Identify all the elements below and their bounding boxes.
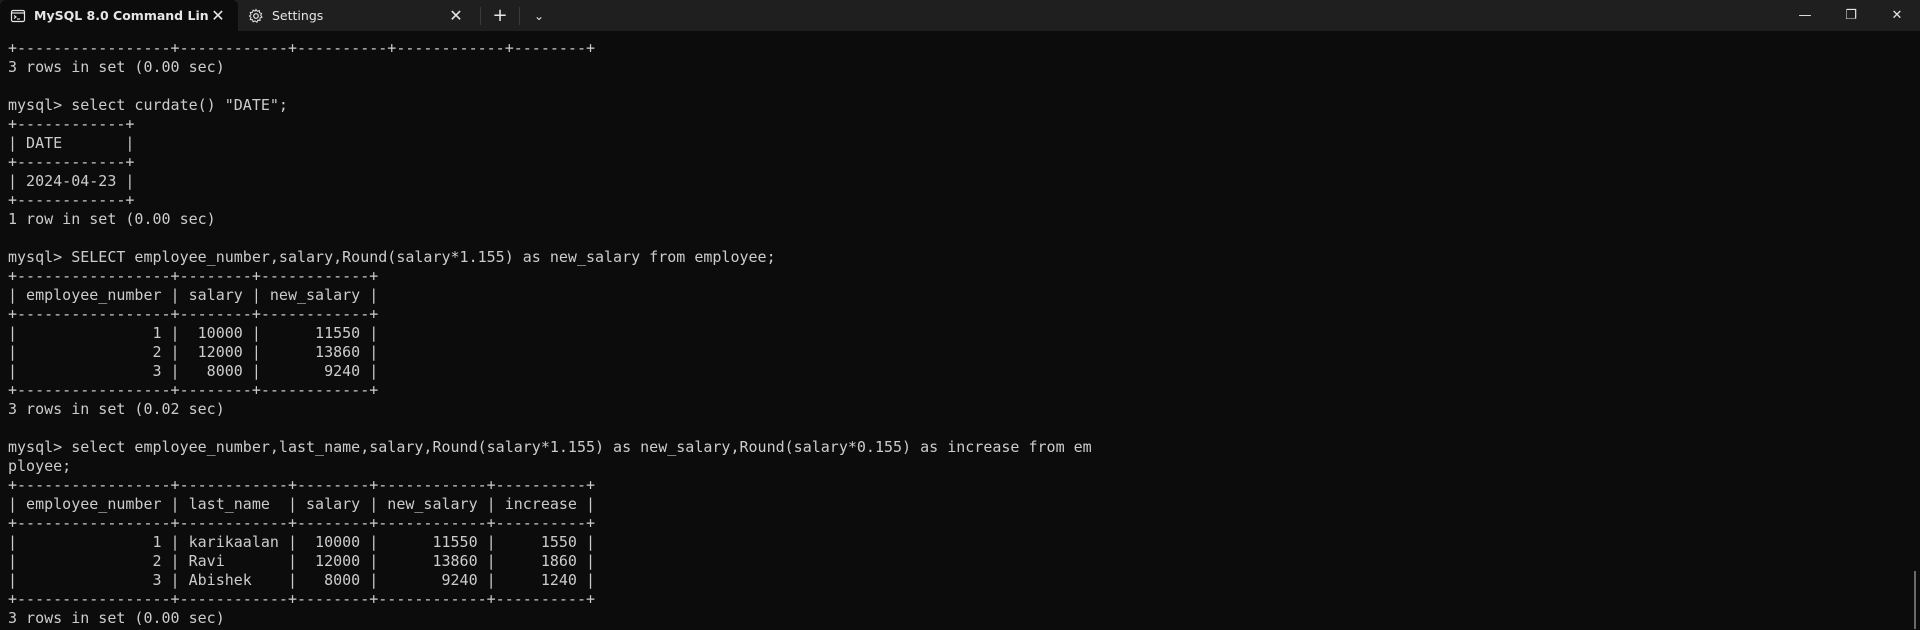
scrollbar[interactable] bbox=[1908, 31, 1920, 630]
close-tab-icon[interactable]: ✕ bbox=[446, 6, 466, 26]
console-line: | DATE | bbox=[8, 134, 135, 152]
console-line: +-----------------+--------+------------… bbox=[8, 267, 379, 285]
close-tab-icon[interactable]: ✕ bbox=[208, 6, 228, 26]
window-controls: — ❐ ✕ bbox=[1782, 0, 1920, 31]
console-line: | employee_number | salary | new_salary … bbox=[8, 286, 379, 304]
terminal-icon bbox=[10, 8, 26, 24]
console-line: 3 rows in set (0.00 sec) bbox=[8, 58, 225, 76]
console-line: +-----------------+--------+------------… bbox=[8, 305, 379, 323]
console-line: mysql> select curdate() "DATE"; bbox=[8, 96, 288, 114]
minimize-button[interactable]: — bbox=[1782, 0, 1828, 31]
close-window-button[interactable]: ✕ bbox=[1874, 0, 1920, 31]
console-line: mysql> SELECT employee_number,salary,Rou… bbox=[8, 248, 776, 266]
scrollbar-thumb[interactable] bbox=[1914, 571, 1916, 629]
console-line: 1 row in set (0.00 sec) bbox=[8, 210, 216, 228]
console-line: | 1 | 10000 | 11550 | bbox=[8, 324, 379, 342]
console-line: | employee_number | last_name | salary |… bbox=[8, 495, 595, 513]
console-line: +------------+ bbox=[8, 191, 135, 209]
tab-separator bbox=[519, 7, 520, 25]
console-line: ployee; bbox=[8, 457, 72, 475]
console-line: 3 rows in set (0.00 sec) bbox=[8, 609, 225, 627]
console-line: +------------+ bbox=[8, 115, 135, 133]
console-line: | 2 | Ravi | 12000 | 13860 | 1860 | bbox=[8, 552, 595, 570]
console-line: | 1 | karikaalan | 10000 | 11550 | 1550 … bbox=[8, 533, 595, 551]
console-line: 3 rows in set (0.02 sec) bbox=[8, 400, 225, 418]
console-line: +-----------------+------------+--------… bbox=[8, 514, 595, 532]
tab-separator bbox=[480, 7, 481, 25]
console-line: +-----------------+------------+--------… bbox=[8, 476, 595, 494]
console-line: +-----------------+--------+------------… bbox=[8, 381, 379, 399]
console-line: | 2 | 12000 | 13860 | bbox=[8, 343, 379, 361]
title-bar: MySQL 8.0 Command Line Cli ✕ Settings ✕ … bbox=[0, 0, 1920, 31]
gear-icon bbox=[248, 8, 264, 24]
tab-title: MySQL 8.0 Command Line Cli bbox=[34, 8, 208, 23]
console-output[interactable]: +-----------------+------------+--------… bbox=[0, 31, 1908, 630]
console-line: +-----------------+------------+--------… bbox=[8, 590, 595, 608]
console-line: | 3 | Abishek | 8000 | 9240 | 1240 | bbox=[8, 571, 595, 589]
console-line: mysql> select employee_number,last_name,… bbox=[8, 438, 1092, 456]
tab-mysql-command-line[interactable]: MySQL 8.0 Command Line Cli ✕ bbox=[0, 0, 238, 31]
tab-dropdown-button[interactable]: ⌄ bbox=[524, 0, 554, 31]
console-line: | 2024-04-23 | bbox=[8, 172, 135, 190]
console-line: +-----------------+------------+--------… bbox=[8, 39, 595, 57]
tab-settings[interactable]: Settings ✕ bbox=[238, 0, 476, 31]
tab-title: Settings bbox=[272, 8, 324, 23]
console-line: | 3 | 8000 | 9240 | bbox=[8, 362, 379, 380]
console-text: +-----------------+------------+--------… bbox=[8, 39, 1908, 628]
restore-button[interactable]: ❐ bbox=[1828, 0, 1874, 31]
new-tab-button[interactable]: + bbox=[485, 0, 515, 31]
console-line: +------------+ bbox=[8, 153, 135, 171]
